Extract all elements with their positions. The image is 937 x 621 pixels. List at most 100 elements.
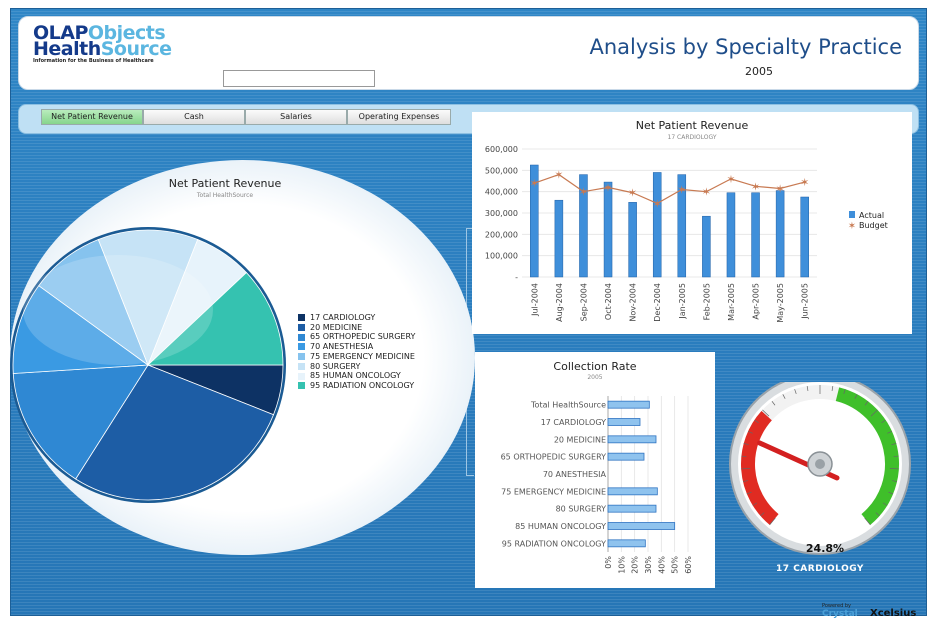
collection-bar[interactable] bbox=[607, 418, 641, 426]
pie-title: Net Patient Revenue bbox=[168, 177, 282, 190]
collection-chart-subtitle: 2005 bbox=[587, 374, 602, 381]
bar-actual[interactable] bbox=[652, 172, 662, 278]
legend-item: 70 ANESTHESIA bbox=[298, 342, 415, 352]
legend-item: 85 HUMAN ONCOLOGY bbox=[298, 371, 415, 381]
legend-swatch bbox=[298, 314, 305, 322]
x-tick-label: 20% bbox=[631, 556, 640, 574]
category-label: 75 EMERGENCY MEDICINE bbox=[501, 487, 606, 496]
x-tick-label: Mar-2005 bbox=[727, 283, 736, 321]
legend-item: 80 SURGERY bbox=[298, 362, 415, 372]
x-tick-label: Jan-2005 bbox=[678, 283, 687, 320]
budget-point: ✶ bbox=[530, 177, 539, 190]
y-tick-label: 400,000 bbox=[485, 188, 518, 197]
gauge-value: 24.8% bbox=[805, 542, 845, 555]
y-tick-label: 200,000 bbox=[485, 230, 518, 239]
budget-point: ✶ bbox=[702, 186, 711, 199]
y-tick-label: 300,000 bbox=[485, 209, 518, 218]
pie-legend: 17 CARDIOLOGY 20 MEDICINE 65 ORTHOPEDIC SU… bbox=[298, 313, 415, 391]
y-tick-label: 500,000 bbox=[485, 166, 518, 175]
x-tick-label: Sep-2004 bbox=[579, 283, 588, 321]
legend-item: 95 RADIATION ONCOLOGY bbox=[298, 381, 415, 391]
revenue-chart-subtitle: 17 CARDIOLOGY bbox=[668, 134, 717, 141]
legend-label: 65 ORTHOPEDIC SURGERY bbox=[310, 332, 416, 342]
legend-swatch-actual bbox=[849, 211, 855, 218]
collection-chart-title: Collection Rate bbox=[553, 360, 636, 373]
collection-bar[interactable] bbox=[607, 487, 658, 496]
legend-label: 20 MEDICINE bbox=[310, 322, 363, 332]
category-label: 65 ORTHOPEDIC SURGERY bbox=[501, 453, 607, 462]
collection-bar[interactable] bbox=[607, 400, 650, 409]
x-tick-label: 60% bbox=[684, 556, 693, 574]
category-label: 85 HUMAN ONCOLOGY bbox=[515, 522, 606, 531]
category-label: 20 MEDICINE bbox=[554, 435, 606, 444]
budget-point: ✶ bbox=[603, 181, 612, 194]
legend-item: 65 ORTHOPEDIC SURGERY bbox=[298, 332, 415, 342]
brand-crystal: Crystal bbox=[822, 609, 858, 619]
gauge-label: 17 CARDIOLOGY bbox=[776, 564, 864, 574]
collection-bar[interactable] bbox=[607, 522, 676, 530]
legend-item: 75 EMERGENCY MEDICINE bbox=[298, 352, 415, 362]
collection-bar[interactable] bbox=[607, 504, 657, 513]
x-tick-label: 30% bbox=[644, 556, 653, 574]
x-tick-label: Jun-2005 bbox=[801, 283, 810, 320]
category-label: 70 ANESTHESIA bbox=[543, 470, 607, 479]
x-tick-label: Feb-2005 bbox=[702, 283, 711, 320]
collection-bar[interactable] bbox=[607, 452, 645, 461]
legend-label: 70 ANESTHESIA bbox=[310, 342, 374, 352]
legend-swatch bbox=[298, 333, 305, 341]
gauge-tick bbox=[893, 455, 899, 457]
bar-actual[interactable] bbox=[726, 192, 736, 278]
budget-point: ✶ bbox=[579, 186, 588, 199]
category-label: 95 RADIATION ONCOLOGY bbox=[502, 539, 606, 548]
revenue-chart-title: Net Patient Revenue bbox=[636, 119, 749, 132]
budget-point: ✶ bbox=[554, 169, 563, 182]
collection-bar[interactable] bbox=[607, 435, 657, 444]
x-tick-label: 40% bbox=[657, 556, 666, 574]
legend-label: 17 CARDIOLOGY bbox=[310, 313, 376, 322]
budget-point: ✶ bbox=[677, 184, 686, 197]
bar-actual[interactable] bbox=[603, 181, 613, 278]
x-tick-label: May-2005 bbox=[776, 283, 785, 323]
pie-gloss bbox=[23, 255, 213, 365]
x-tick-label: Dec-2004 bbox=[653, 283, 662, 322]
gauge-tick bbox=[741, 455, 747, 457]
bar-actual[interactable] bbox=[702, 215, 711, 278]
y-tick-label: 100,000 bbox=[485, 252, 518, 261]
y-tick-label: 600,000 bbox=[485, 145, 518, 154]
revenue-chart: Net Patient Revenue 17 CARDIOLOGY 600,000 5… bbox=[485, 119, 888, 323]
budget-point: ✶ bbox=[628, 187, 637, 200]
legend-item: 20 MEDICINE bbox=[298, 323, 415, 333]
legend-swatch bbox=[298, 343, 305, 351]
budget-point: ✶ bbox=[800, 176, 809, 189]
legend-label: 95 RADIATION ONCOLOGY bbox=[310, 380, 415, 390]
x-tick-label: 50% bbox=[671, 556, 680, 574]
x-tick-label: 10% bbox=[617, 556, 626, 574]
budget-line bbox=[534, 173, 805, 205]
legend-item: 17 CARDIOLOGY bbox=[298, 313, 415, 323]
x-tick-label: Jul-2004 bbox=[530, 283, 539, 317]
legend-swatch-budget: ✶ bbox=[848, 221, 856, 232]
category-label: Total HealthSource bbox=[530, 401, 606, 410]
legend-swatch bbox=[298, 324, 305, 332]
legend-swatch bbox=[298, 353, 305, 361]
bar-actual[interactable] bbox=[554, 199, 564, 278]
pie-subtitle: Total HealthSource bbox=[196, 192, 254, 199]
legend-actual: Actual bbox=[859, 211, 884, 220]
budget-point: ✶ bbox=[776, 182, 785, 195]
collection-bar[interactable] bbox=[607, 539, 646, 548]
bar-actual[interactable] bbox=[751, 192, 760, 278]
budget-point: ✶ bbox=[751, 180, 760, 193]
category-label: 80 SURGERY bbox=[556, 505, 607, 514]
legend-swatch bbox=[298, 362, 305, 370]
collection-chart: Collection Rate2005 0% 10% 20% 30% 40% 50% 60% T… bbox=[501, 360, 693, 574]
x-tick-label: 0% bbox=[604, 556, 613, 569]
x-tick-label: Oct-2004 bbox=[604, 283, 613, 320]
legend-label: 80 SURGERY bbox=[310, 361, 361, 371]
budget-point: ✶ bbox=[653, 197, 662, 210]
gauge-hub-center bbox=[815, 459, 825, 469]
bar-actual[interactable] bbox=[800, 196, 809, 278]
x-tick-label: Aug-2004 bbox=[555, 283, 564, 322]
bar-actual[interactable] bbox=[628, 202, 637, 278]
bar-actual[interactable] bbox=[775, 190, 785, 278]
x-tick-label: Nov-2004 bbox=[629, 283, 638, 322]
